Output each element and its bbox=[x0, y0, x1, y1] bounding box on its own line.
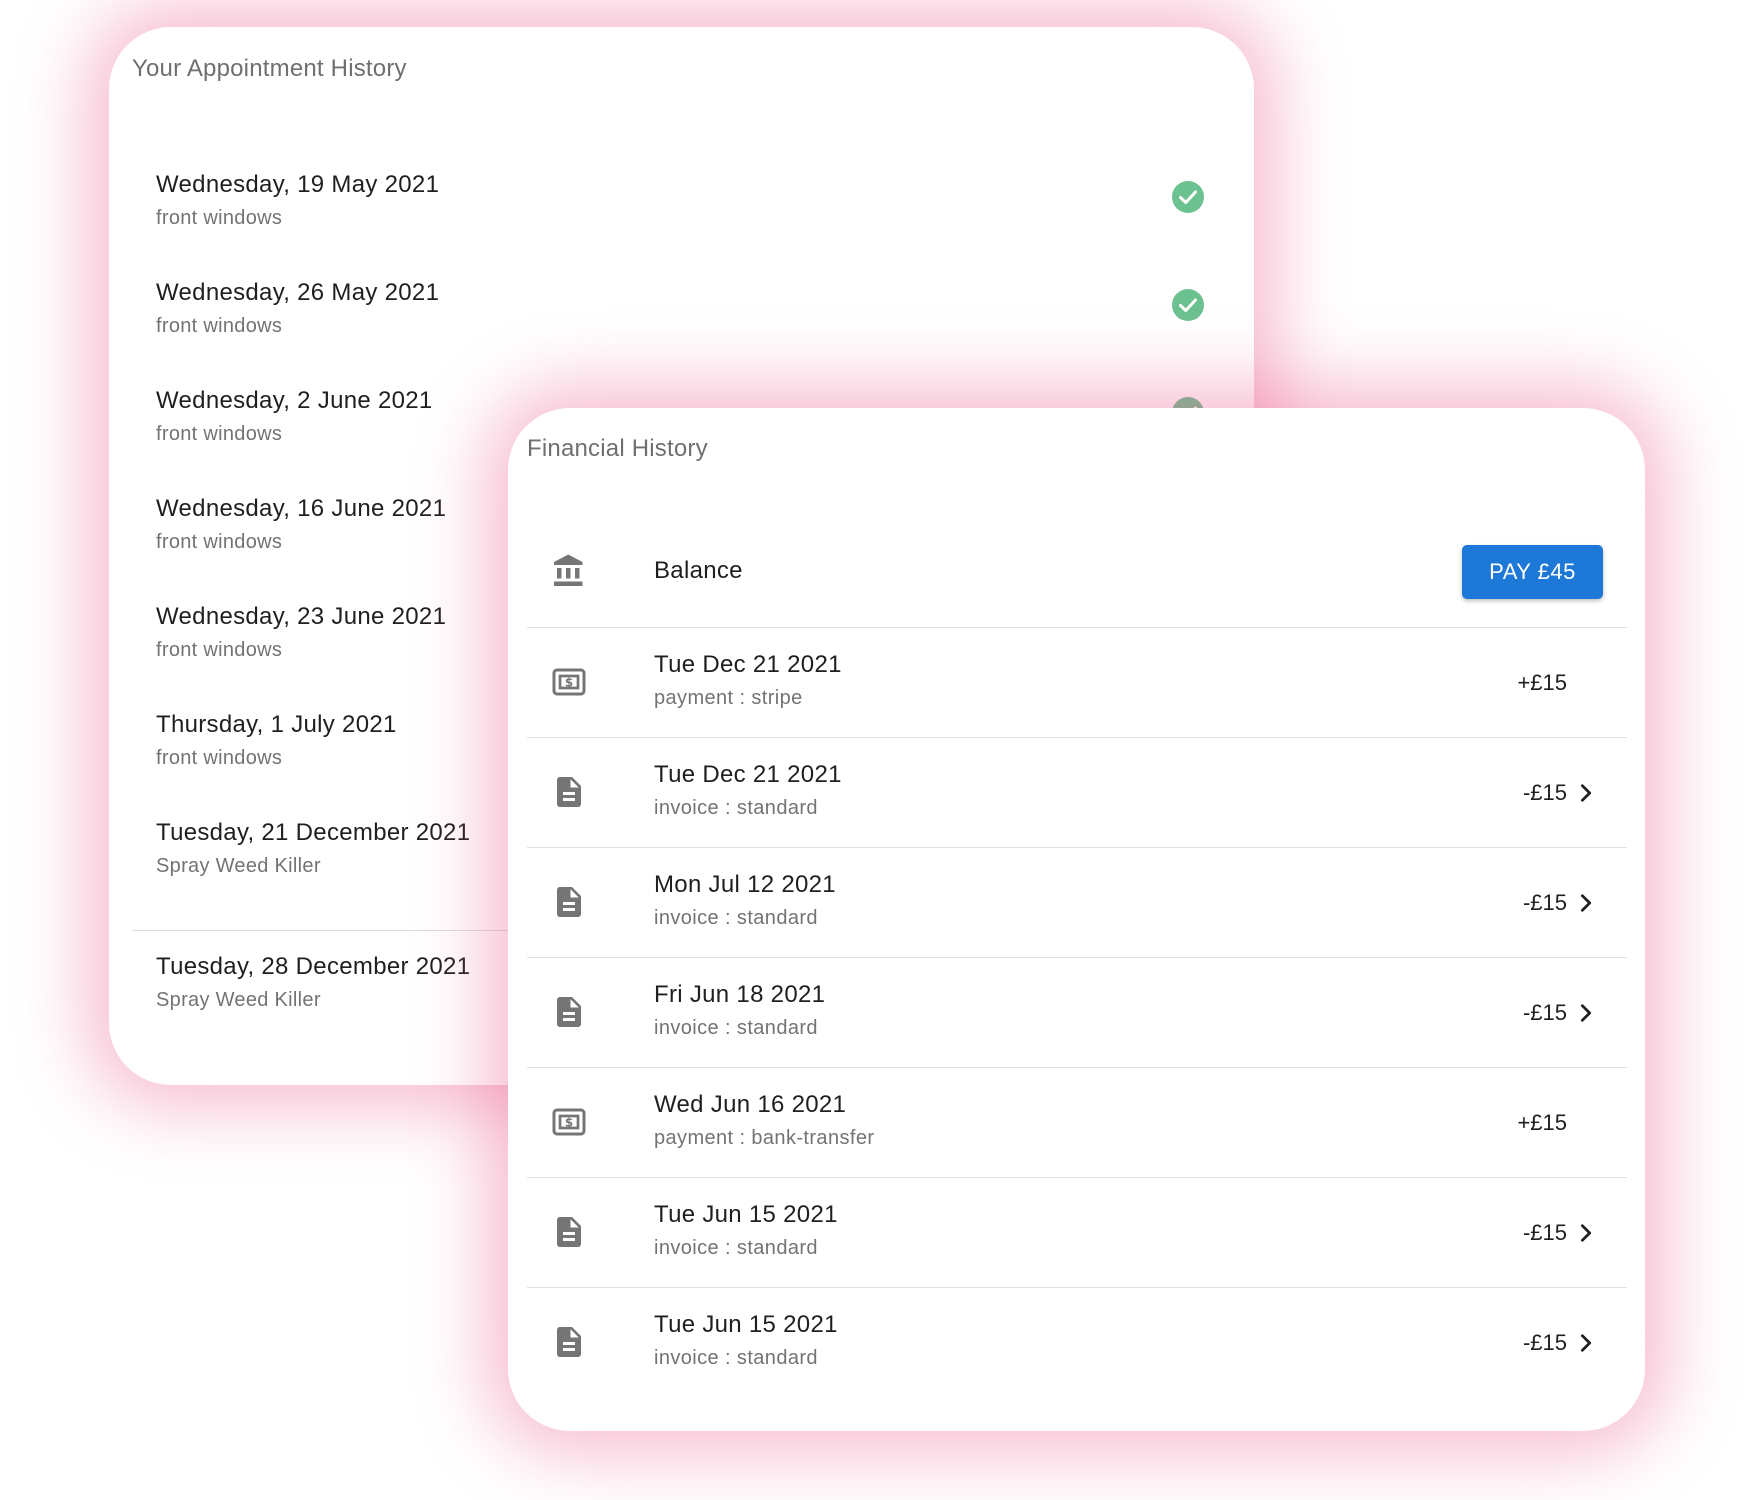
pay-button[interactable]: PAY £45 bbox=[1462, 545, 1603, 599]
transaction-amount: -£15 bbox=[1522, 1220, 1567, 1245]
chevron-right-icon[interactable] bbox=[1575, 782, 1597, 804]
transaction-row[interactable]: Tue Jun 15 2021 invoice : standard -£15 bbox=[527, 1177, 1627, 1288]
appointment-service: Spray Weed Killer bbox=[156, 989, 321, 1011]
transaction-date: Tue Dec 21 2021 bbox=[654, 651, 842, 678]
appointment-date: Wednesday, 2 June 2021 bbox=[156, 387, 433, 414]
appointment-date: Wednesday, 23 June 2021 bbox=[156, 603, 447, 630]
appointment-date: Tuesday, 28 December 2021 bbox=[156, 953, 471, 980]
appointment-date: Tuesday, 21 December 2021 bbox=[156, 819, 471, 846]
transaction-detail: invoice : standard bbox=[654, 1017, 818, 1039]
chevron-right-icon[interactable] bbox=[1575, 1332, 1597, 1354]
transaction-date: Tue Dec 21 2021 bbox=[654, 761, 842, 788]
appointment-date: Wednesday, 26 May 2021 bbox=[156, 279, 440, 306]
appointment-date: Thursday, 1 July 2021 bbox=[156, 711, 397, 738]
document-icon bbox=[557, 1327, 581, 1357]
transaction-date: Mon Jul 12 2021 bbox=[654, 871, 836, 898]
appointment-date: Wednesday, 19 May 2021 bbox=[156, 171, 440, 198]
transaction-date: Fri Jun 18 2021 bbox=[654, 981, 826, 1008]
check-circle-icon bbox=[1172, 181, 1204, 213]
transaction-amount: +£15 bbox=[1517, 670, 1567, 695]
transaction-amount: -£15 bbox=[1522, 1330, 1567, 1355]
appointment-service: front windows bbox=[156, 639, 283, 661]
appointment-history-title: Your Appointment History bbox=[132, 55, 407, 82]
transaction-detail: invoice : standard bbox=[654, 797, 818, 819]
chevron-right-icon[interactable] bbox=[1575, 1002, 1597, 1024]
transaction-detail: invoice : standard bbox=[654, 1237, 818, 1259]
transaction-row[interactable]: Mon Jul 12 2021 invoice : standard -£15 bbox=[527, 847, 1627, 958]
transaction-detail: payment : stripe bbox=[654, 687, 803, 709]
appointment-service: Spray Weed Killer bbox=[156, 855, 321, 877]
transaction-date: Wed Jun 16 2021 bbox=[654, 1091, 847, 1118]
bank-icon bbox=[554, 554, 583, 586]
check-circle-icon bbox=[1172, 289, 1204, 321]
transaction-row[interactable]: Fri Jun 18 2021 invoice : standard -£15 bbox=[527, 957, 1627, 1068]
stage: Your Appointment History Wednesday, 19 M… bbox=[0, 0, 1750, 1500]
appointment-service: front windows bbox=[156, 747, 283, 769]
appointment-service: front windows bbox=[156, 315, 283, 337]
cash-icon: $ bbox=[552, 1108, 586, 1136]
document-icon bbox=[557, 997, 581, 1027]
balance-label: Balance bbox=[654, 557, 743, 584]
transaction-amount: -£15 bbox=[1522, 1000, 1567, 1025]
document-icon bbox=[557, 887, 581, 917]
appointment-service: front windows bbox=[156, 207, 283, 229]
appointment-service: front windows bbox=[156, 531, 283, 553]
svg-text:$: $ bbox=[565, 1116, 573, 1130]
transaction-amount: +£15 bbox=[1517, 1110, 1567, 1135]
financial-history-title: Financial History bbox=[527, 435, 708, 462]
chevron-right-icon[interactable] bbox=[1575, 1222, 1597, 1244]
appointment-item[interactable]: Wednesday, 26 May 2021 front windows bbox=[109, 279, 1254, 387]
transaction-amount: -£15 bbox=[1522, 890, 1567, 915]
transaction-date: Tue Jun 15 2021 bbox=[654, 1311, 838, 1338]
financial-history-card: Financial History Balance PAY £45 $ Tue … bbox=[508, 408, 1645, 1431]
transaction-row[interactable]: Tue Dec 21 2021 invoice : standard -£15 bbox=[527, 737, 1627, 848]
transaction-amount: -£15 bbox=[1522, 780, 1567, 805]
document-icon bbox=[557, 1217, 581, 1247]
appointment-date: Wednesday, 16 June 2021 bbox=[156, 495, 447, 522]
transaction-row[interactable]: $ Wed Jun 16 2021 payment : bank-transfe… bbox=[527, 1067, 1627, 1178]
transaction-row[interactable]: $ Tue Dec 21 2021 payment : stripe +£15 bbox=[527, 627, 1627, 738]
appointment-service: front windows bbox=[156, 423, 283, 445]
svg-text:$: $ bbox=[565, 676, 573, 690]
cash-icon: $ bbox=[552, 668, 586, 696]
appointment-item[interactable]: Wednesday, 19 May 2021 front windows bbox=[109, 171, 1254, 279]
transaction-date: Tue Jun 15 2021 bbox=[654, 1201, 838, 1228]
transaction-detail: invoice : standard bbox=[654, 907, 818, 929]
transaction-row[interactable]: Tue Jun 15 2021 invoice : standard -£15 bbox=[527, 1287, 1627, 1398]
balance-row: Balance PAY £45 bbox=[527, 518, 1627, 627]
document-icon bbox=[557, 777, 581, 807]
transaction-detail: payment : bank-transfer bbox=[654, 1127, 875, 1149]
transaction-detail: invoice : standard bbox=[654, 1347, 818, 1369]
chevron-right-icon[interactable] bbox=[1575, 892, 1597, 914]
